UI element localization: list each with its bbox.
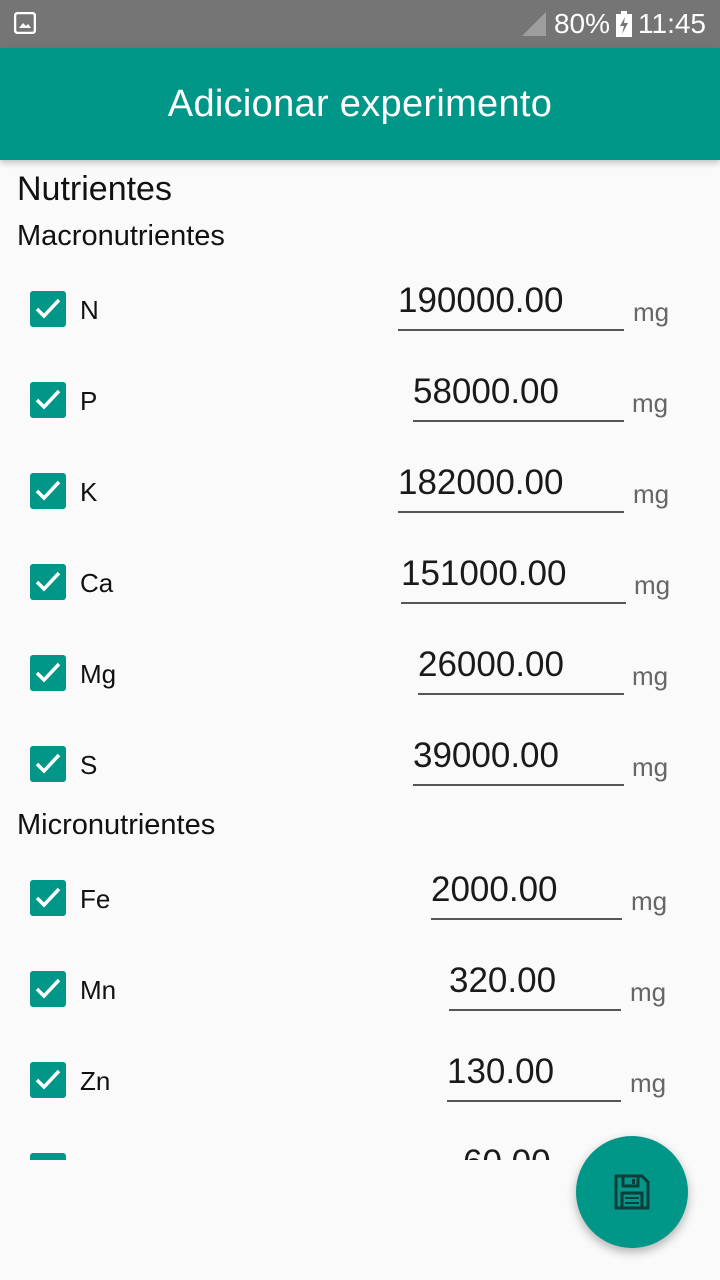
app-bar: Adicionar experimento	[0, 48, 720, 160]
nutrient-checkbox[interactable]	[30, 971, 66, 1007]
nutrient-checkbox[interactable]	[30, 1062, 66, 1098]
checkmark-icon	[35, 1069, 61, 1090]
nutrient-label: Zn	[80, 1066, 111, 1096]
nutrient-value: 60.00	[463, 1143, 551, 1160]
nutrient-row-mn: Mn 320.00 mg	[0, 961, 720, 1025]
nutrient-checkbox[interactable]	[30, 1153, 66, 1160]
checkmark-icon	[35, 298, 61, 319]
save-icon	[614, 1174, 650, 1210]
nutrient-row-n: N 190000.00 mg	[0, 281, 720, 345]
nutrient-checkbox[interactable]	[30, 880, 66, 916]
nutrient-label: S	[80, 750, 98, 780]
unit-label: mg	[633, 297, 670, 327]
nutrient-label: Mn	[80, 975, 117, 1005]
nutrient-value-input[interactable]: 182000.00	[398, 463, 624, 513]
nutrient-value: 58000.00	[413, 372, 559, 411]
page-title: Adicionar experimento	[167, 82, 553, 125]
unit-label: mg	[632, 388, 669, 418]
checkmark-icon	[35, 887, 61, 908]
checkmark-icon	[35, 480, 61, 501]
nutrient-label: Fe	[80, 884, 111, 914]
nutrient-value-input[interactable]: 26000.00	[418, 645, 624, 695]
nutrient-value-input[interactable]: 151000.00	[401, 554, 626, 604]
nutrient-value-input[interactable]: 320.00	[449, 961, 621, 1011]
nutrient-value-input[interactable]: 39000.00	[413, 736, 624, 786]
nutrient-checkbox[interactable]	[30, 746, 66, 782]
nutrient-value-input[interactable]: 130.00	[447, 1052, 621, 1102]
nutrient-value: 39000.00	[413, 736, 559, 775]
unit-label: mg	[632, 752, 669, 782]
unit-label: mg	[634, 570, 671, 600]
unit-label: mg	[631, 886, 668, 916]
nutrient-value-input[interactable]: 190000.00	[398, 281, 624, 331]
nutrient-checkbox[interactable]	[30, 564, 66, 600]
macronutrients-heading: Macronutrientes	[17, 220, 225, 252]
nutrient-value: 190000.00	[398, 281, 564, 320]
nutrient-checkbox[interactable]	[30, 382, 66, 418]
unit-label: mg	[632, 661, 669, 691]
nutrient-value: 2000.00	[431, 870, 558, 909]
save-button[interactable]	[576, 1136, 688, 1248]
nutrient-label: N	[80, 295, 99, 325]
checkmark-icon	[35, 978, 61, 999]
battery-percent: 80%	[553, 8, 610, 39]
nutrient-row-fe: Fe 2000.00 mg	[0, 870, 720, 934]
nutrient-value: 26000.00	[418, 645, 564, 684]
nutrient-form[interactable]: Nutrientes Macronutrientes N 190000.00 m…	[0, 160, 720, 1160]
nutrient-value: 130.00	[447, 1052, 555, 1091]
nutrient-value: 151000.00	[401, 554, 567, 593]
unit-label: mg	[630, 1068, 667, 1098]
battery-charging-icon	[616, 11, 632, 37]
nutrient-value: 320.00	[449, 961, 557, 1000]
nutrient-row-s: S 39000.00 mg	[0, 736, 720, 800]
nutrient-checkbox[interactable]	[30, 655, 66, 691]
nutrient-label: Ca	[80, 568, 114, 598]
nutrient-label: K	[80, 477, 98, 507]
nutrient-row-ca: Ca 151000.00 mg	[0, 554, 720, 618]
checkmark-icon	[35, 662, 61, 683]
checkmark-icon	[35, 753, 61, 774]
status-bar: 80% 11:45	[0, 0, 720, 48]
clock: 11:45	[638, 8, 706, 39]
nutrient-label: Mg	[80, 659, 117, 689]
nutrient-value-input[interactable]: 2000.00	[431, 870, 622, 920]
unit-label: mg	[630, 977, 667, 1007]
nutrient-row-k: K 182000.00 mg	[0, 463, 720, 527]
signal-icon	[521, 12, 546, 36]
nutrient-row-zn: Zn 130.00 mg	[0, 1052, 720, 1116]
nutrient-value: 182000.00	[398, 463, 564, 502]
section-title: Nutrientes	[17, 170, 172, 208]
checkmark-icon	[35, 389, 61, 410]
unit-label: mg	[633, 479, 670, 509]
status-indicators: 80% 11:45	[520, 0, 706, 48]
nutrient-value-input[interactable]: 58000.00	[413, 372, 624, 422]
checkmark-icon	[35, 571, 61, 592]
nutrient-checkbox[interactable]	[30, 291, 66, 327]
nutrient-row-mg: Mg 26000.00 mg	[0, 645, 720, 709]
nutrient-checkbox[interactable]	[30, 473, 66, 509]
image-notification-icon	[14, 12, 36, 34]
checkmark-icon	[34, 1158, 62, 1160]
nutrient-label: C	[80, 1157, 99, 1160]
nutrient-row-p: P 58000.00 mg	[0, 372, 720, 436]
micronutrients-heading: Micronutrientes	[17, 809, 216, 841]
nutrient-label: P	[80, 386, 98, 416]
